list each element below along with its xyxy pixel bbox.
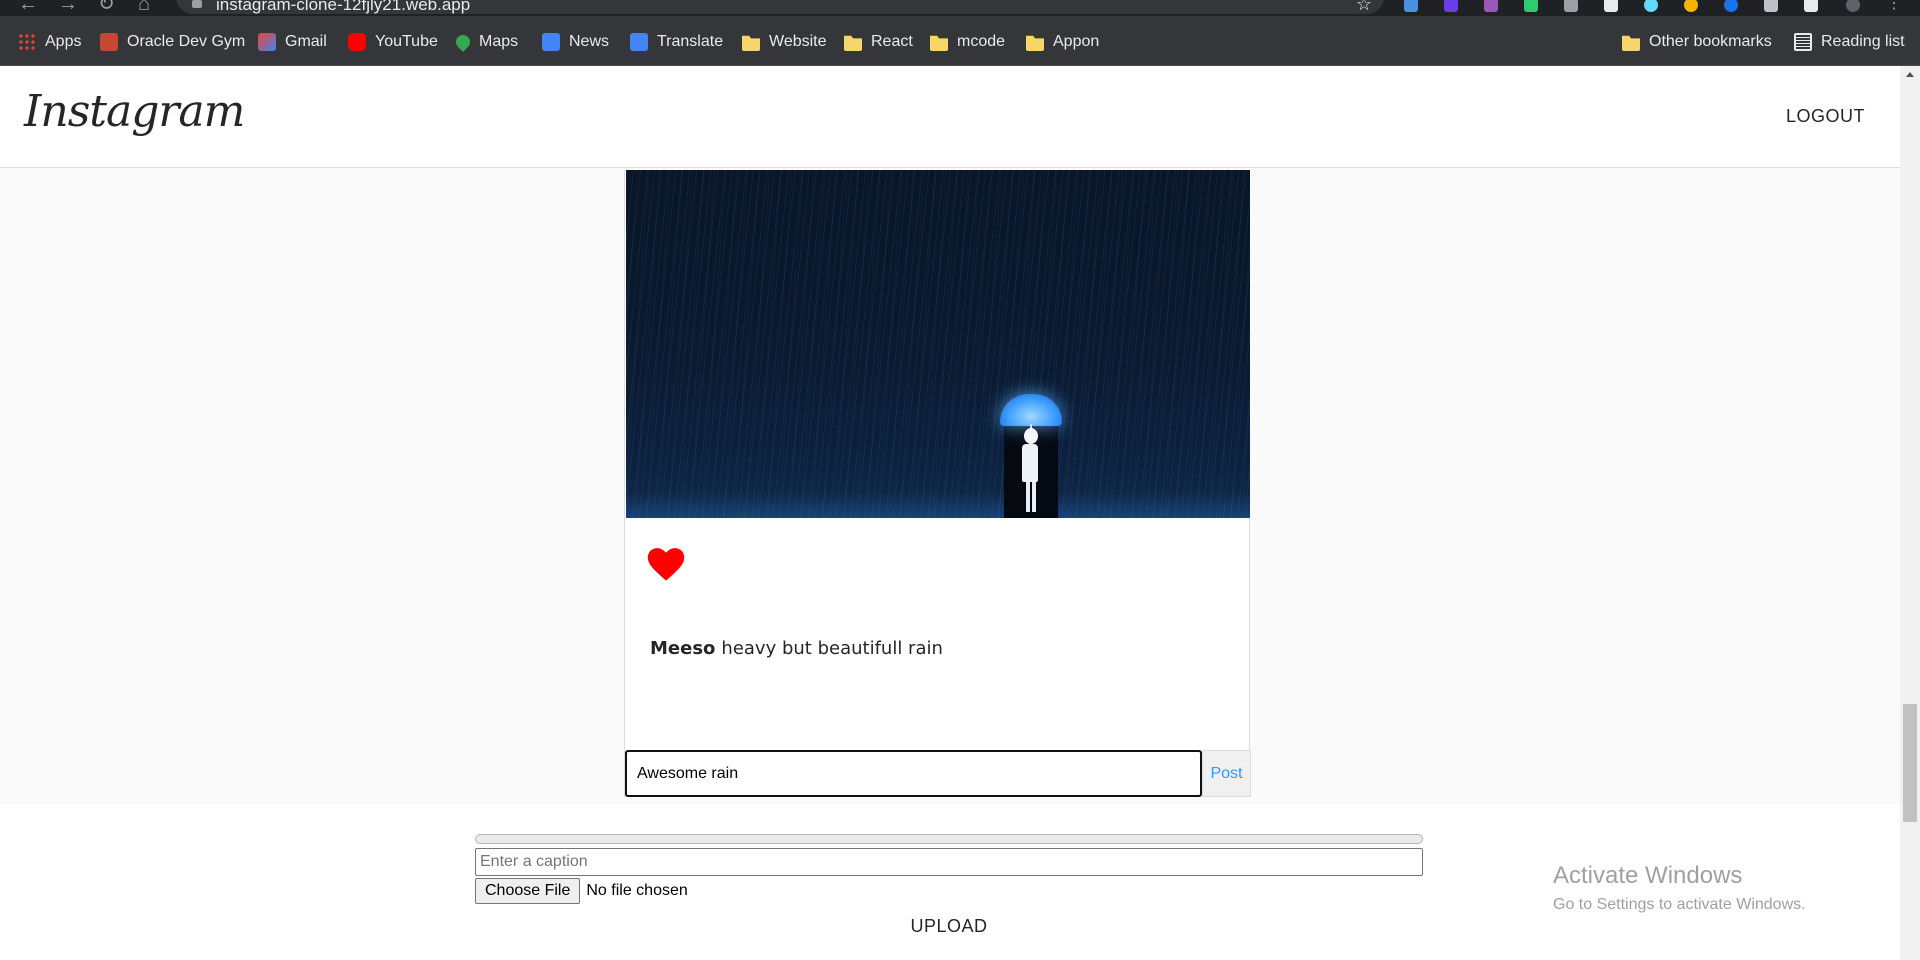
bookmark-appon[interactable]: Appon (1026, 32, 1099, 52)
extension-icon[interactable] (1564, 0, 1578, 12)
extension-icon[interactable] (1604, 0, 1618, 12)
chrome-icon[interactable] (1684, 0, 1698, 12)
bookmark-youtube[interactable]: YouTube (348, 32, 438, 52)
other-bookmarks[interactable]: Other bookmarks (1622, 32, 1772, 52)
comment-input[interactable] (625, 750, 1202, 797)
url-text[interactable]: instagram-clone-12fjly21.web.app (216, 0, 470, 14)
gmail-icon (258, 33, 276, 51)
post-username[interactable]: Meeso (650, 638, 715, 659)
reading-list[interactable]: Reading list (1794, 32, 1905, 52)
page-scrollbar[interactable] (1900, 66, 1920, 960)
figure-head (1024, 428, 1038, 444)
back-icon[interactable]: ← (18, 0, 38, 14)
heart-shape (647, 548, 685, 581)
bookmark-apps[interactable]: Apps (18, 32, 81, 52)
folder-icon (1026, 35, 1044, 51)
home-icon[interactable]: ⌂ (138, 0, 150, 14)
caption-input[interactable] (475, 848, 1423, 876)
post-caption-text: heavy but beautifull rain (721, 638, 943, 659)
apps-grid-icon (18, 33, 36, 51)
app-header: Instagram LOGOUT (0, 66, 1900, 168)
figure-legs (1026, 482, 1036, 512)
choose-file-button[interactable]: Choose File (475, 878, 581, 904)
menu-kebab-icon[interactable]: ⋮ (1886, 0, 1902, 14)
watermark-subtitle: Go to Settings to activate Windows. (1553, 896, 1806, 913)
browser-toolbar: ← → ↻ ⌂ instagram-clone-12fjly21.web.app… (0, 0, 1920, 16)
upload-button[interactable]: UPLOAD (900, 916, 998, 940)
extension-icon[interactable] (1764, 0, 1778, 12)
figure-body (1022, 444, 1038, 482)
oracle-icon (100, 33, 118, 51)
folder-icon (844, 35, 862, 51)
extension-icon[interactable] (1484, 0, 1498, 12)
extension-icon[interactable] (1524, 0, 1538, 12)
bookmark-star-icon[interactable]: ☆ (1356, 0, 1372, 15)
react-devtools-icon[interactable] (1644, 0, 1658, 12)
bookmark-website[interactable]: Website (742, 32, 827, 52)
folder-icon (742, 35, 760, 51)
reading-list-icon (1794, 33, 1812, 51)
bookmark-react[interactable]: React (844, 32, 913, 52)
bookmarks-bar: Apps Oracle Dev Gym Gmail YouTube Maps N… (0, 16, 1920, 66)
bookmark-maps[interactable]: Maps (453, 32, 518, 52)
ground-glow (626, 492, 1250, 518)
activate-windows-watermark: Activate Windows Go to Settings to activ… (1553, 862, 1806, 914)
logout-button[interactable]: LOGOUT (1786, 106, 1865, 127)
no-file-text: No file chosen (586, 882, 688, 899)
bookmark-gmail[interactable]: Gmail (258, 32, 327, 52)
bookmark-oracle-dev-gym[interactable]: Oracle Dev Gym (100, 32, 245, 52)
post-image (626, 170, 1250, 518)
file-picker: Choose File No file chosen (475, 878, 688, 904)
upload-progress-bar (475, 834, 1423, 844)
umbrella-shape (1000, 394, 1062, 426)
news-icon (542, 33, 560, 51)
bookmark-mcode[interactable]: mcode (930, 32, 1005, 52)
instagram-logo[interactable]: Instagram (24, 86, 245, 137)
lock-icon[interactable] (192, 0, 202, 8)
address-bar[interactable]: instagram-clone-12fjly21.web.app ☆ (176, 0, 1384, 14)
folder-icon (1622, 35, 1640, 51)
post-comment-button[interactable]: Post (1202, 750, 1251, 797)
maps-icon (453, 32, 473, 52)
translate-icon (630, 33, 648, 51)
bookmark-translate[interactable]: Translate (630, 32, 723, 52)
youtube-icon (348, 33, 366, 51)
extension-icon[interactable] (1444, 0, 1458, 12)
folder-icon (930, 35, 948, 51)
puzzle-icon[interactable] (1804, 0, 1818, 12)
extension-icon[interactable] (1404, 0, 1418, 12)
watermark-title: Activate Windows (1553, 862, 1743, 889)
forward-icon[interactable]: → (58, 0, 78, 14)
extension-icon[interactable] (1724, 0, 1738, 12)
heart-icon[interactable] (647, 546, 685, 582)
post-caption: Meeso heavy but beautifull rain (650, 638, 943, 659)
post-card: Meeso heavy but beautifull rain Post (624, 170, 1251, 797)
reload-icon[interactable]: ↻ (98, 0, 115, 14)
scroll-up-arrow-icon[interactable] (1906, 72, 1914, 77)
profile-avatar-icon[interactable] (1846, 0, 1860, 12)
bookmark-news[interactable]: News (542, 32, 609, 52)
scrollbar-thumb[interactable] (1903, 704, 1917, 822)
